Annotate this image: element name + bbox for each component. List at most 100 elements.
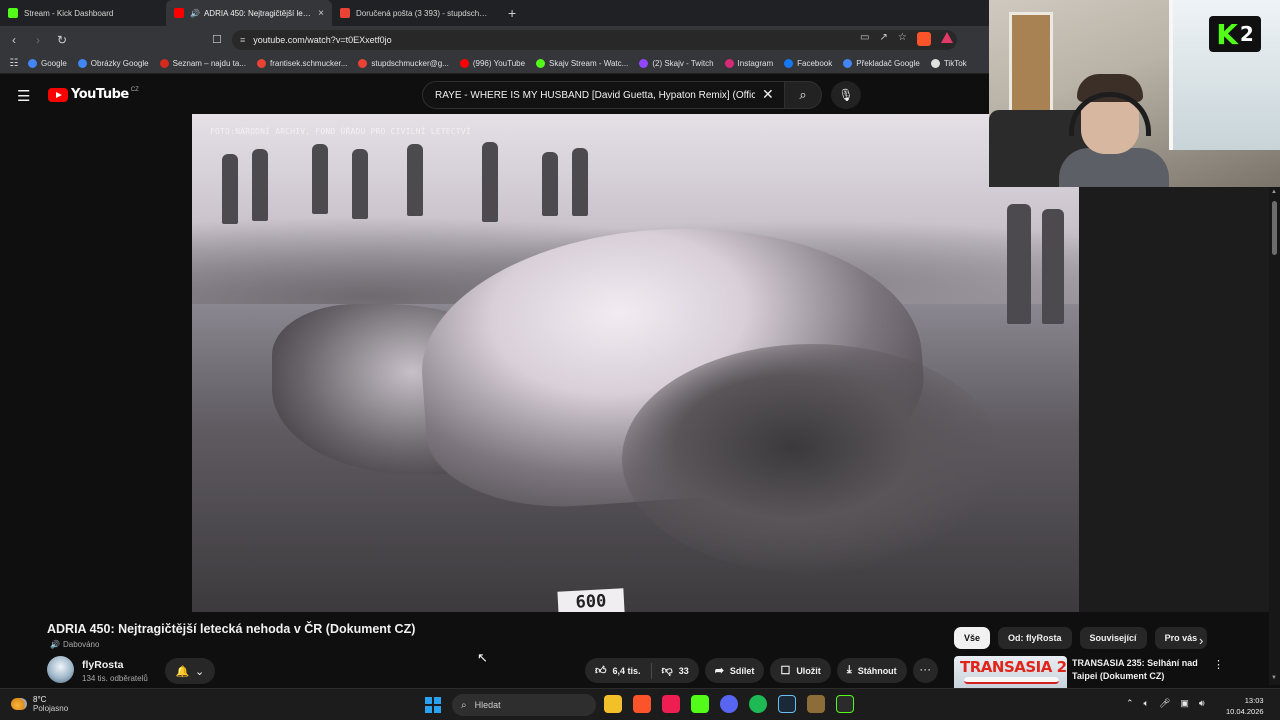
bookmark-item[interactable]: TikTok — [930, 58, 967, 68]
like-button[interactable]: 👍︎ 6,4 tis. — [585, 664, 651, 677]
kick-favicon-icon — [8, 8, 18, 18]
download-icon: ⤓ — [846, 664, 852, 676]
chevron-right-icon[interactable]: › — [1199, 633, 1203, 648]
bookmark-label: Google — [41, 58, 67, 68]
bookmark-item[interactable]: (996) YouTube — [459, 58, 525, 68]
video-player[interactable]: 600 FOTO:NÁRODNÍ ARCHIV, FOND ÚŘADU PRO … — [192, 114, 1079, 612]
cast-icon[interactable]: ▭ — [860, 32, 869, 46]
screen: Stream - Kick Dashboard 🔊 ADRIA 450: Nej… — [0, 0, 1280, 720]
bookmark-item[interactable]: stupdschmucker@g... — [358, 58, 449, 68]
bookmark-item[interactable]: Instagram — [724, 58, 773, 68]
bookmark-item[interactable]: Překladač Google — [843, 58, 920, 68]
partly-cloudy-icon — [11, 698, 27, 710]
browser-tab-kick[interactable]: Stream - Kick Dashboard — [0, 0, 166, 26]
share-button[interactable]: ➦ Sdílet — [704, 658, 765, 683]
tab-title: ADRIA 450: Nejtragičtější letecká nehoda… — [203, 8, 312, 18]
bookmark-item[interactable]: (2) Skajv - Twitch — [639, 58, 714, 68]
clock-time: 13:03 — [1244, 696, 1264, 705]
weather-widget[interactable]: 8°C Polojasno — [11, 695, 68, 713]
chip-from-channel[interactable]: Od: flyRosta — [998, 627, 1072, 649]
close-tab-icon[interactable]: × — [318, 8, 324, 19]
spotify-icon[interactable] — [749, 695, 767, 713]
forward-icon[interactable]: › — [28, 33, 48, 47]
chip-all[interactable]: Vše — [954, 627, 991, 649]
bookmark-label: Seznam – najdu ta... — [172, 58, 246, 68]
chevron-down-icon: ⌄ — [195, 665, 205, 678]
bookmark-item[interactable]: Seznam – najdu ta... — [159, 58, 246, 68]
back-icon[interactable]: ‹ — [4, 33, 24, 47]
more-actions-button[interactable]: ··· — [912, 658, 938, 683]
video-frame-person — [252, 149, 268, 221]
notifications-button[interactable]: 🔔 ⌄ — [165, 658, 215, 684]
channel-name[interactable]: flyRosta — [82, 659, 123, 671]
kick-icon[interactable] — [691, 695, 709, 713]
discord-icon[interactable] — [720, 695, 738, 713]
system-clock[interactable]: 13:03 10.04.2026 — [1226, 695, 1264, 717]
video-frame-person — [312, 144, 328, 214]
youtube-logo[interactable]: YouTube CZ — [48, 87, 139, 102]
taskbar-search[interactable]: ⌕ Hledat — [452, 694, 596, 716]
share-arrow-icon: ➦ — [714, 665, 724, 677]
browser-tab-gmail[interactable]: Doručená pošta (3 393) - stupdschmucker@… — [332, 0, 498, 26]
share-icon[interactable]: ↗ — [879, 32, 887, 46]
weather-temperature: 8°C — [33, 695, 47, 704]
video-actions: 👍︎ 6,4 tis. 👎︎ 33 ➦ Sdílet ☐ Uložit ⤓ Stáhnou… — [585, 658, 938, 683]
reload-icon[interactable]: ↻ — [52, 33, 72, 47]
scrollbar-thumb[interactable] — [1272, 201, 1277, 255]
instagram-icon — [724, 58, 734, 68]
bookmark-item[interactable]: Skajv Stream - Watc... — [536, 58, 628, 68]
channel-avatar[interactable] — [47, 656, 74, 683]
scroll-up-icon[interactable]: ▲ — [1271, 189, 1277, 195]
bookmark-item[interactable]: Google — [28, 58, 67, 68]
clear-search-icon[interactable]: ✕ — [762, 86, 774, 103]
streamer-app-icon[interactable] — [836, 695, 854, 713]
site-info-icon[interactable]: ≡ — [240, 35, 245, 45]
bookmark-item[interactable]: frantisek.schmucker... — [257, 58, 347, 68]
bookmark-item[interactable]: Facebook — [784, 58, 832, 68]
network-icon[interactable]: ▣ — [1180, 698, 1189, 709]
chip-related[interactable]: Související — [1079, 627, 1147, 649]
bookmark-item[interactable]: Obrázky Google — [77, 58, 149, 68]
page-scrollbar[interactable]: ▲ ▼ — [1269, 187, 1280, 685]
scroll-down-icon[interactable]: ▼ — [1271, 675, 1277, 681]
save-button[interactable]: ☐ Uložit — [770, 658, 831, 683]
thumbs-down-icon: 👎︎ — [661, 665, 673, 677]
new-tab-button[interactable]: + — [498, 0, 526, 26]
bookmark-page-icon[interactable]: ☆ — [898, 32, 907, 46]
microphone-icon[interactable]: 🎤︎ — [1159, 698, 1170, 709]
steam-icon[interactable] — [778, 695, 796, 713]
address-bar[interactable]: ≡ youtube.com/watch?v=t0EXxetf0jo — [232, 30, 957, 50]
brave-rewards-icon[interactable] — [940, 32, 953, 43]
tiktok-icon[interactable] — [662, 695, 680, 713]
kebab-menu-icon[interactable]: ⋮ — [1213, 658, 1224, 671]
video-title: ADRIA 450: Nejtragičtější letecká nehoda… — [47, 622, 416, 636]
dislike-button[interactable]: 👎︎ 33 — [652, 664, 699, 677]
file-explorer-icon[interactable] — [604, 695, 622, 713]
bookmark-icon[interactable]: ☐ — [212, 33, 222, 46]
video-frame-person — [352, 149, 368, 219]
volume-icon[interactable]: 🔊︎ — [1199, 698, 1205, 709]
apps-grid-icon[interactable]: ☷ — [0, 58, 28, 69]
recommended-video-thumbnail[interactable]: TRANSASIA 235 — [954, 656, 1067, 688]
video-frame-wreckage — [622, 344, 1002, 574]
windows-start-icon[interactable] — [425, 697, 441, 713]
browser-tab-youtube[interactable]: 🔊 ADRIA 450: Nejtragičtější letecká neho… — [166, 0, 332, 26]
bookmark-label: Obrázky Google — [90, 58, 149, 68]
speaker-icon[interactable]: 🔈︎ — [1144, 698, 1149, 709]
download-button[interactable]: ⤓ Stáhnout — [836, 658, 907, 683]
brave-browser-icon[interactable] — [633, 695, 651, 713]
game-icon[interactable] — [807, 695, 825, 713]
recommended-video-title[interactable]: TRANSASIA 235: Selhání nad Taipei (Dokum… — [1072, 657, 1202, 683]
bookmark-label: stupdschmucker@g... — [371, 58, 449, 68]
search-button[interactable]: ⌕ — [784, 81, 822, 109]
search-input[interactable]: RAYE - WHERE IS MY HUSBAND [David Guetta… — [422, 81, 784, 109]
brave-shields-icon[interactable] — [916, 32, 931, 46]
download-label: Stáhnout — [857, 665, 897, 676]
clock-date: 10.04.2026 — [1226, 707, 1264, 716]
badge-number: 2 — [1239, 22, 1254, 46]
voice-search-button[interactable]: 🎙 — [831, 81, 861, 109]
webcam-overlay: K 2 — [989, 0, 1280, 187]
url-text: youtube.com/watch?v=t0EXxetf0jo — [253, 35, 392, 45]
menu-icon[interactable]: ☰ — [17, 87, 30, 105]
tray-chevron-up-icon[interactable]: ⌃ — [1126, 698, 1134, 709]
